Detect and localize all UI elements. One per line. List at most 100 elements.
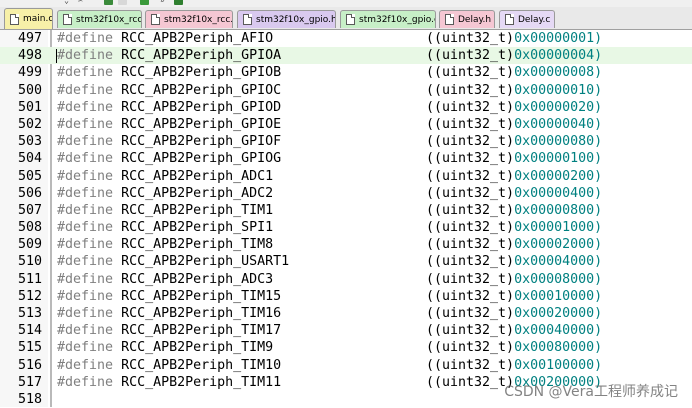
- macro-name: RCC_APB2Periph_GPIOA: [121, 48, 282, 64]
- code-line[interactable]: 513 #define RCC_APB2Periph_TIM16 ((uint32_…: [0, 305, 692, 322]
- code-line[interactable]: 498 #define RCC_APB2Periph_GPIOA ((uint32_…: [0, 47, 692, 65]
- code-line[interactable]: 508 #define RCC_APB2Periph_SPI1 ((uint32_t…: [0, 219, 692, 236]
- code-line[interactable]: 515 #define RCC_APB2Periph_TIM9 ((uint32_t…: [0, 339, 692, 356]
- define-keyword: #define: [57, 168, 114, 184]
- code-line[interactable]: 497 #define RCC_APB2Periph_AFIO ((uint32_t…: [0, 30, 692, 47]
- macro-name: RCC_APB2Periph_TIM8: [121, 237, 274, 253]
- code-text: #define RCC_APB2Periph_TIM8: [57, 236, 273, 253]
- hex-literal: 0x00008000): [514, 271, 603, 287]
- line-number: 506: [17, 185, 42, 201]
- type-cast: ((uint32_t): [426, 374, 515, 390]
- macro-value: ((uint32_t)0x00000008): [426, 64, 602, 81]
- tab-label: main.c*: [23, 14, 53, 24]
- line-number: 515: [17, 340, 42, 356]
- tab-delay-h[interactable]: Delay.h: [439, 10, 495, 28]
- code-line[interactable]: 507 #define RCC_APB2Periph_TIM1 ((uint32_t…: [0, 202, 692, 219]
- hex-literal: 0x00000400): [514, 185, 603, 201]
- code-text: #define RCC_APB2Periph_TIM1: [57, 202, 273, 219]
- macro-name: RCC_APB2Periph_ADC1: [121, 168, 274, 184]
- define-keyword: #define: [57, 306, 114, 321]
- tab-stm32f10x-gpio-h[interactable]: stm32f10x_gpio.h: [237, 10, 336, 28]
- tab-stm32f10x-rcc-h[interactable]: stm32f10x_rcc.h: [57, 10, 142, 28]
- code-line[interactable]: 509 #define RCC_APB2Periph_TIM8 ((uint32_t…: [0, 236, 692, 253]
- macro-name: RCC_APB2Periph_USART1: [121, 254, 290, 270]
- code-line[interactable]: 502 #define RCC_APB2Periph_GPIOE ((uint32_…: [0, 116, 692, 133]
- line-number: 509: [17, 237, 42, 253]
- hex-literal: 0x00020000): [514, 306, 603, 321]
- macro-value: ((uint32_t)0x00020000): [426, 305, 602, 322]
- dropdown-icon[interactable]: ⌄: [62, 0, 71, 5]
- define-keyword: #define: [57, 220, 114, 236]
- code-text: #define RCC_APB2Periph_GPIOB: [57, 64, 281, 81]
- file-icon: [63, 14, 72, 25]
- tab-label: stm32f10x_gpio.h: [256, 14, 336, 25]
- define-keyword: #define: [57, 288, 114, 304]
- code-line[interactable]: 504 #define RCC_APB2Periph_GPIOG ((uint32_…: [0, 150, 692, 167]
- code-line[interactable]: 503 #define RCC_APB2Periph_GPIOF ((uint32_…: [0, 133, 692, 150]
- macro-name: RCC_APB2Periph_GPIOG: [121, 151, 282, 167]
- macro-name: RCC_APB2Periph_TIM11: [121, 374, 282, 390]
- type-cast: ((uint32_t): [426, 185, 515, 201]
- type-cast: ((uint32_t): [426, 271, 515, 287]
- file-icon: [445, 14, 454, 25]
- code-line[interactable]: 510 #define RCC_APB2Periph_USART1 ((uint32…: [0, 253, 692, 270]
- file-icon: [10, 13, 19, 25]
- macro-name: RCC_APB2Periph_GPIOF: [121, 134, 282, 150]
- macro-value: ((uint32_t)0x00000200): [426, 168, 602, 185]
- tab-delay-c[interactable]: Delay.c: [499, 10, 555, 28]
- file-icon: [346, 14, 355, 25]
- type-cast: ((uint32_t): [426, 357, 515, 373]
- line-number: 500: [17, 82, 42, 98]
- define-keyword: #define: [57, 151, 114, 167]
- code-line[interactable]: 505 #define RCC_APB2Periph_ADC1 ((uint32_t…: [0, 168, 692, 185]
- macro-name: RCC_APB2Periph_GPIOD: [121, 99, 282, 115]
- code-lines: 497 #define RCC_APB2Periph_AFIO ((uint32_t…: [0, 30, 692, 408]
- hex-literal: 0x00040000): [514, 323, 603, 339]
- load-icon[interactable]: [174, 0, 183, 5]
- type-cast: ((uint32_t): [426, 116, 515, 132]
- download-icon[interactable]: [140, 0, 149, 5]
- code-line[interactable]: 514 #define RCC_APB2Periph_TIM17 ((uint32_…: [0, 322, 692, 339]
- file-icon: [505, 14, 514, 25]
- line-number: 516: [17, 357, 42, 373]
- hex-literal: 0x00004000): [514, 254, 603, 270]
- code-line[interactable]: 501 #define RCC_APB2Periph_GPIOD ((uint32_…: [0, 99, 692, 116]
- code-line[interactable]: 506 #define RCC_APB2Periph_ADC2 ((uint32_t…: [0, 185, 692, 202]
- code-line[interactable]: 512 #define RCC_APB2Periph_TIM15 ((uint32_…: [0, 288, 692, 305]
- code-text: #define RCC_APB2Periph_TIM11: [57, 374, 281, 391]
- type-cast: ((uint32_t): [426, 134, 515, 150]
- define-keyword: #define: [57, 82, 114, 98]
- hex-literal: 0x00100000): [514, 357, 603, 373]
- code-line[interactable]: 500 #define RCC_APB2Periph_GPIOC ((uint32_…: [0, 82, 692, 99]
- type-cast: ((uint32_t): [426, 202, 515, 218]
- code-editor[interactable]: 497 #define RCC_APB2Periph_AFIO ((uint32_t…: [0, 30, 692, 407]
- line-number: 503: [17, 134, 42, 150]
- code-text: #define RCC_APB2Periph_TIM16: [57, 305, 281, 322]
- macro-value: ((uint32_t)0x00004000): [426, 253, 602, 270]
- tab-stm32f10x-gpio-c[interactable]: stm32f10x_gpio.c: [340, 10, 436, 28]
- code-line[interactable]: 511 #define RCC_APB2Periph_ADC3 ((uint32_t…: [0, 271, 692, 288]
- cut-icon[interactable]: ✂: [76, 0, 85, 5]
- line-number: 513: [17, 306, 42, 321]
- file-icon: [151, 14, 160, 25]
- tab-label: Delay.c: [518, 14, 551, 25]
- line-number: 499: [17, 65, 42, 81]
- code-line[interactable]: 516 #define RCC_APB2Periph_TIM10 ((uint32_…: [0, 357, 692, 374]
- macro-name: RCC_APB2Periph_TIM16: [121, 306, 282, 321]
- tab-main-c[interactable]: main.c*: [4, 8, 53, 29]
- type-cast: ((uint32_t): [426, 48, 515, 64]
- find-icon[interactable]: ⌕: [158, 0, 167, 5]
- tab-stm32f10x-rcc-c[interactable]: stm32f10x_rcc.c: [145, 10, 233, 28]
- macro-value: ((uint32_t)0x00040000): [426, 322, 602, 339]
- macro-value: ((uint32_t)0x00000010): [426, 82, 602, 99]
- hex-literal: 0x00002000): [514, 237, 603, 253]
- code-text: #define RCC_APB2Periph_GPIOG: [57, 150, 281, 167]
- file-icon: [243, 14, 252, 25]
- define-keyword: #define: [57, 99, 114, 115]
- code-line[interactable]: 499 #define RCC_APB2Periph_GPIOB ((uint32_…: [0, 64, 692, 81]
- rebuild-icon[interactable]: [104, 0, 113, 5]
- define-keyword: #define: [57, 65, 114, 81]
- copy-icon[interactable]: [118, 0, 127, 5]
- hex-literal: 0x00000080): [514, 134, 603, 150]
- define-keyword: #define: [57, 254, 114, 270]
